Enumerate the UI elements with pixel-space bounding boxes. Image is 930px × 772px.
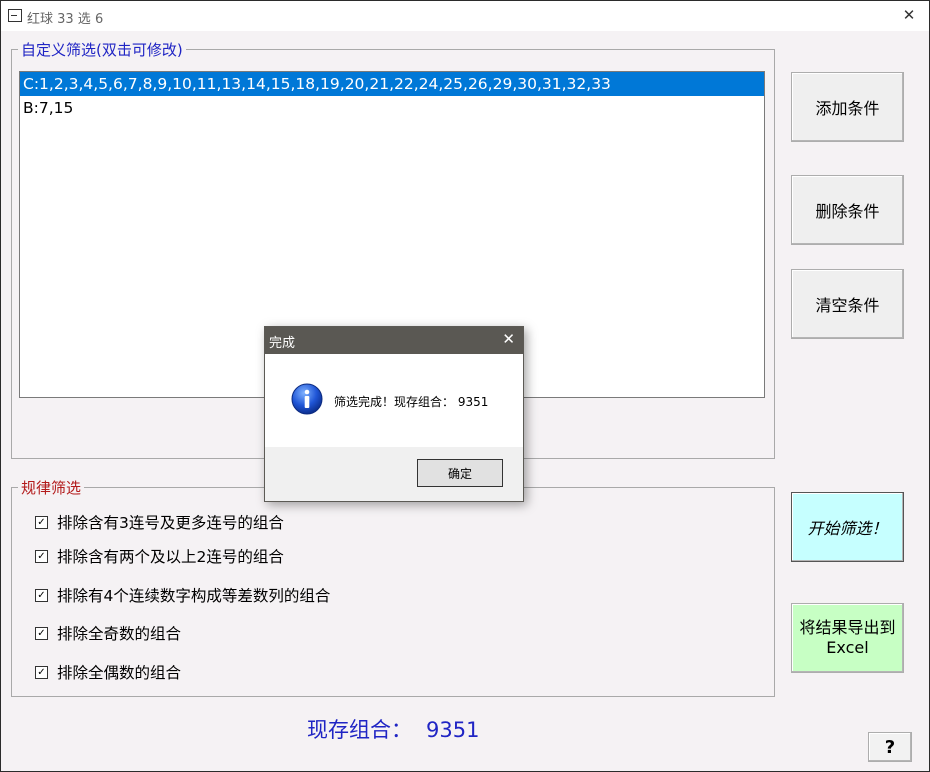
delete-condition-button[interactable]: 删除条件 [791,175,904,245]
title-bar: 红球 33 选 6 ✕ [1,1,929,31]
checkbox[interactable]: ✓ [35,549,48,563]
info-icon [291,383,323,415]
export-excel-button[interactable]: 将结果导出到 Excel [791,603,904,673]
export-label-line2: Excel [826,638,869,657]
rule-checkbox-row[interactable]: ✓ 排除含有两个及以上2连号的组合 [35,545,284,567]
window-title: 红球 33 选 6 [27,12,104,27]
checkbox[interactable]: ✓ [35,626,48,640]
dialog-title-bar: 完成 ✕ [265,327,523,354]
rule-checkbox-row[interactable]: ✓ 排除有4个连续数字构成等差数列的组合 [35,584,330,606]
checkbox[interactable]: ✓ [35,515,48,529]
export-label-line1: 将结果导出到 [799,618,896,637]
checkbox[interactable]: ✓ [35,588,48,602]
dialog-close-button[interactable]: ✕ [502,330,515,348]
help-button[interactable]: ? [868,732,912,762]
remaining-count: 9351 [426,718,480,742]
window-close-button[interactable]: ✕ [899,5,919,25]
ok-button[interactable]: 确定 [417,459,503,487]
rule-checkbox-row[interactable]: ✓ 排除全奇数的组合 [35,622,181,644]
rule-filter-legend: 规律筛选 [18,477,85,498]
completion-dialog: 完成 ✕ 筛选完成！现存组合： 9351 确定 [264,326,524,502]
remaining-combinations: 现存组合： 9351 [307,714,479,744]
rule-checkbox-row[interactable]: ✓ 排除全偶数的组合 [35,661,181,683]
rule-label: 排除有4个连续数字构成等差数列的组合 [57,587,331,605]
rule-label: 排除全奇数的组合 [57,625,182,643]
rule-label: 排除含有3连号及更多连号的组合 [57,514,284,532]
custom-filter-legend: 自定义筛选(双击可修改) [18,39,186,60]
dialog-message: 筛选完成！现存组合： 9351 [334,395,489,409]
start-filter-button[interactable]: 开始筛选！ [791,492,904,562]
clear-conditions-button[interactable]: 清空条件 [791,269,904,339]
checkbox[interactable]: ✓ [35,665,48,679]
remaining-label: 现存组合： [307,718,412,742]
app-window-icon [8,9,22,22]
rule-label: 排除全偶数的组合 [57,664,182,682]
list-item[interactable]: B:7,15 [20,96,764,120]
dialog-footer: 确定 [265,447,523,501]
add-condition-button[interactable]: 添加条件 [791,72,904,142]
rule-label: 排除含有两个及以上2连号的组合 [57,548,284,566]
list-item[interactable]: C:1,2,3,4,5,6,7,8,9,10,11,13,14,15,18,19… [20,72,764,96]
rule-checkbox-row[interactable]: ✓ 排除含有3连号及更多连号的组合 [35,511,284,533]
dialog-title: 完成 [269,336,296,351]
